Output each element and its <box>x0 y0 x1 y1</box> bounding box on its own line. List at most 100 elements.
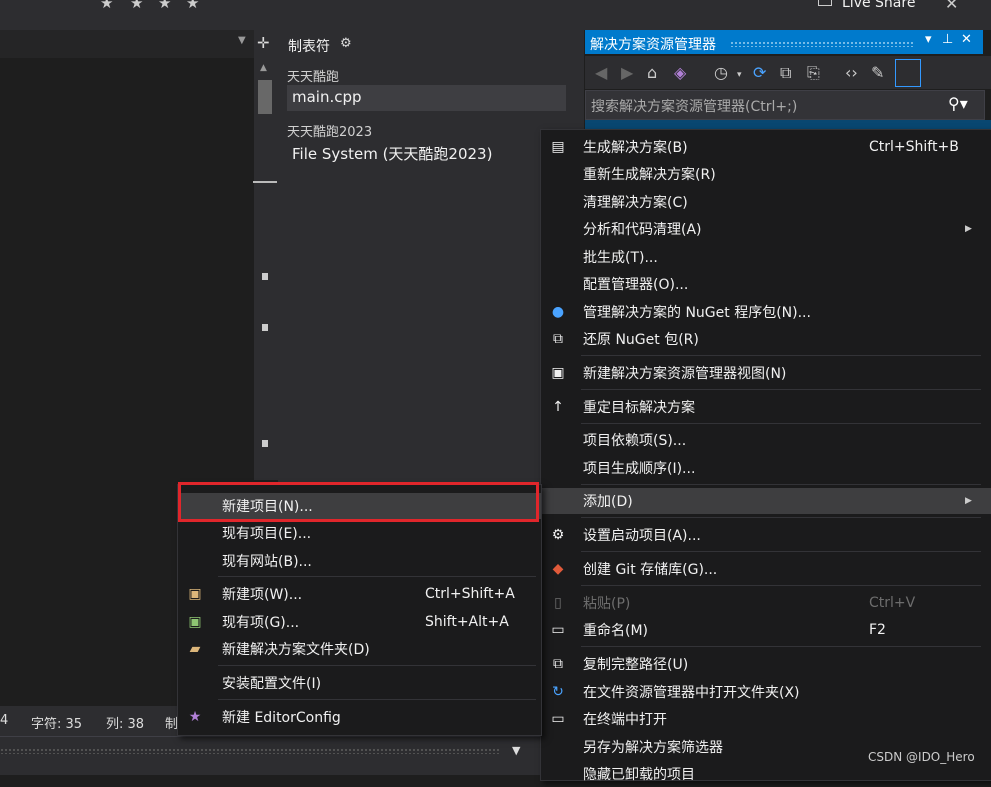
menu-separator <box>581 355 981 356</box>
menu-item-manage-nuget[interactable]: ● 管理解决方案的 NuGet 程序包(N)... <box>541 299 991 325</box>
menu-item-new-explorer-view[interactable]: ▣ 新建解决方案资源管理器视图(N) <box>541 360 991 386</box>
menu-item-install-config[interactable]: 安装配置文件(I) <box>178 670 541 696</box>
status-chars: 字符: 35 <box>31 717 83 732</box>
chevron-right-icon: ▶ <box>965 496 972 506</box>
close-icon[interactable]: ✕ <box>961 32 972 47</box>
menu-separator <box>218 665 536 666</box>
new-view-icon: ▣ <box>551 365 565 381</box>
menu-item-existing-item[interactable]: ▣ 现有项(G)... Shift+Alt+A <box>178 609 541 635</box>
scroll-marker <box>262 440 268 447</box>
star-icon[interactable]: ★ <box>100 0 113 12</box>
star-icon[interactable]: ★ <box>158 0 171 12</box>
arrow-up-icon: ↑ <box>552 399 564 415</box>
menu-item-paste[interactable]: ▯ 粘贴(P) Ctrl+V <box>541 590 991 616</box>
menu-item-batch-build[interactable]: 批生成(T)... <box>541 244 991 270</box>
chevron-right-icon: ▶ <box>965 224 972 234</box>
menu-separator <box>218 699 536 700</box>
chevron-down-icon[interactable]: ▼ <box>238 35 246 46</box>
live-share-button[interactable]: Live Share <box>842 0 915 11</box>
scroll-marker <box>262 324 268 331</box>
open-folder-icon: ↻ <box>552 684 564 700</box>
history-icon[interactable]: ◷ <box>714 63 728 82</box>
restore-icon: ⧉ <box>553 331 563 347</box>
menu-item-build-order[interactable]: 项目生成顺序(I)... <box>541 455 991 481</box>
menu-item-rename[interactable]: ▭ 重命名(M) F2 <box>541 617 991 643</box>
status-line: 4 <box>0 713 9 728</box>
code-icon[interactable]: ‹› <box>845 63 858 82</box>
menu-item-analyze[interactable]: 分析和代码清理(A) ▶ <box>541 216 991 242</box>
sync-icon[interactable]: ⟳ <box>753 63 766 82</box>
menu-separator <box>581 646 981 647</box>
panel-title: 制表符 <box>288 39 330 55</box>
menu-item-rebuild-solution[interactable]: 重新生成解决方案(R) <box>541 161 991 187</box>
menu-item-new-solution-folder[interactable]: ▰ 新建解决方案文件夹(D) <box>178 636 541 662</box>
live-share-icon[interactable] <box>818 0 832 6</box>
forward-icon[interactable]: ▶ <box>621 63 633 82</box>
menu-item-open-terminal[interactable]: ▭ 在终端中打开 <box>541 706 991 732</box>
new-item-icon: ▣ <box>188 586 202 602</box>
switch-views-icon[interactable]: ◈ <box>674 63 686 82</box>
rename-icon: ▭ <box>551 622 565 638</box>
group-label: 天天酷跑 <box>287 70 340 85</box>
highlight-box <box>178 482 539 522</box>
search-icon[interactable]: ⚲▾ <box>948 94 968 113</box>
menu-item-config-manager[interactable]: 配置管理器(O)... <box>541 271 991 297</box>
menu-item-open-in-explorer[interactable]: ↻ 在文件资源管理器中打开文件夹(X) <box>541 679 991 705</box>
output-panel-header <box>0 736 540 775</box>
home-icon[interactable]: ⌂ <box>647 63 657 82</box>
menu-item-set-startup[interactable]: ⚙ 设置启动项目(A)... <box>541 522 991 548</box>
star-icon[interactable]: ★ <box>130 0 143 12</box>
menu-item-add[interactable]: 添加(D) ▶ <box>541 488 991 514</box>
solution-context-menu: ▤ 生成解决方案(B) Ctrl+Shift+B 重新生成解决方案(R) 清理解… <box>540 129 991 783</box>
watermark: CSDN @IDO_Hero <box>868 750 975 764</box>
menu-item-create-git[interactable]: ◆ 创建 Git 存储库(G)... <box>541 556 991 582</box>
build-icon: ▤ <box>551 139 565 155</box>
menu-separator <box>581 423 981 424</box>
nuget-icon: ● <box>551 304 565 320</box>
panel-grip <box>0 748 500 754</box>
dropdown-icon[interactable]: ▾ <box>925 32 932 47</box>
menu-separator <box>581 389 981 390</box>
paste-icon: ▯ <box>554 595 562 611</box>
group-label: 天天酷跑2023 <box>287 125 373 140</box>
menu-item-restore-nuget[interactable]: ⧉ 还原 NuGet 包(R) <box>541 326 991 352</box>
git-icon: ◆ <box>552 561 564 577</box>
existing-item-icon: ▣ <box>188 614 202 630</box>
star-icon[interactable]: ★ <box>186 0 199 12</box>
wrench-icon[interactable]: ✎ <box>871 63 884 82</box>
solution-explorer-title: 解决方案资源管理器 <box>590 37 716 53</box>
collapse-all-icon[interactable]: ⧉ <box>780 63 791 83</box>
menu-item-clean-solution[interactable]: 清理解决方案(C) <box>541 189 991 215</box>
chevron-down-icon[interactable]: ▾ <box>737 70 742 80</box>
tab-item-label[interactable]: File System (天天酷跑2023) <box>292 143 492 164</box>
split-icon[interactable]: ✛ <box>257 34 270 52</box>
preview-icon[interactable] <box>895 59 921 87</box>
chevron-down-icon[interactable]: ▼ <box>512 744 520 757</box>
editor-nav-dropdown[interactable] <box>0 30 254 59</box>
gear-icon: ⚙ <box>551 527 565 543</box>
search-placeholder: 搜索解决方案资源管理器(Ctrl+;) <box>591 99 798 115</box>
menu-item-retarget[interactable]: ↑ 重定目标解决方案 <box>541 394 991 420</box>
pin-icon[interactable]: ⊥ <box>942 32 953 47</box>
folder-icon: ▰ <box>189 641 201 657</box>
editorconfig-icon: ★ <box>188 709 202 725</box>
gear-icon[interactable]: ⚙ <box>340 36 352 51</box>
close-icon[interactable]: ✕ <box>945 0 958 13</box>
menu-item-project-dependencies[interactable]: 项目依赖项(S)... <box>541 427 991 453</box>
menu-item-copy-full-path[interactable]: ⧉ 复制完整路径(U) <box>541 651 991 677</box>
menu-item-new-editorconfig[interactable]: ★ 新建 EditorConfig <box>178 704 541 730</box>
menu-item-existing-website[interactable]: 现有网站(B)... <box>178 548 541 574</box>
scroll-caret-marker <box>253 181 277 183</box>
menu-item-existing-project[interactable]: 现有项目(E)... <box>178 520 541 546</box>
menu-item-build-solution[interactable]: ▤ 生成解决方案(B) Ctrl+Shift+B <box>541 134 991 160</box>
back-icon[interactable]: ◀ <box>595 63 607 82</box>
scroll-thumb[interactable] <box>258 80 272 114</box>
menu-item-hide-unloaded[interactable]: 隐藏已卸载的项目 <box>541 761 991 787</box>
show-files-icon[interactable]: ⎘ <box>807 63 820 83</box>
menu-separator <box>581 585 981 586</box>
menu-item-new-item[interactable]: ▣ 新建项(W)... Ctrl+Shift+A <box>178 581 541 607</box>
status-col: 列: 38 <box>106 717 145 732</box>
menu-separator <box>581 484 981 485</box>
scroll-up-icon[interactable]: ▲ <box>260 63 267 73</box>
tab-item-label[interactable]: main.cpp <box>292 88 362 106</box>
